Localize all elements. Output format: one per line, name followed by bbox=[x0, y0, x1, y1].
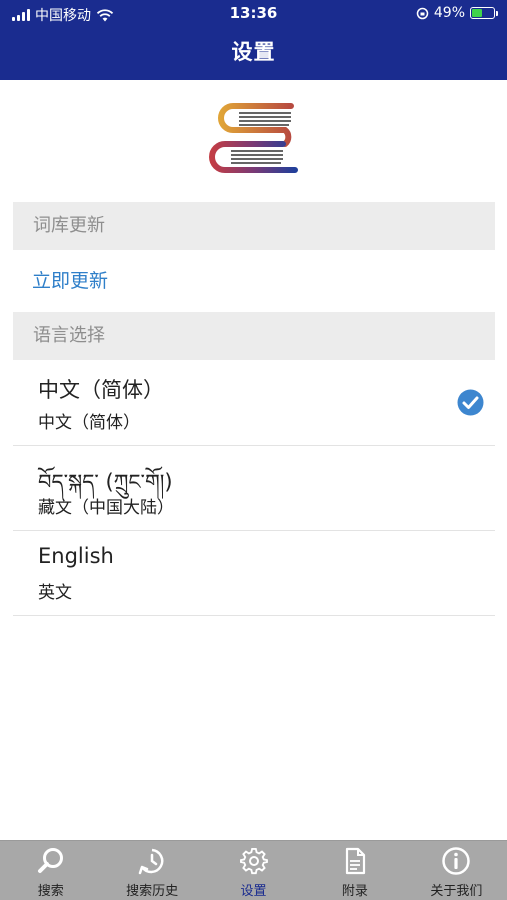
tab-search[interactable]: 搜索 bbox=[0, 841, 101, 900]
gear-icon bbox=[239, 848, 268, 875]
battery-icon bbox=[470, 7, 498, 19]
language-name: 中文（简体） bbox=[38, 378, 164, 402]
tab-appendix[interactable]: 附录 bbox=[304, 841, 405, 900]
tab-settings[interactable]: 设置 bbox=[203, 841, 304, 900]
tab-label: 搜索 bbox=[37, 884, 64, 899]
language-name: English bbox=[38, 544, 114, 568]
language-subtitle: 藏文（中国大陆） bbox=[38, 498, 174, 518]
update-now-button[interactable]: 立即更新 bbox=[32, 266, 108, 293]
search-icon bbox=[37, 848, 63, 873]
tab-about-us[interactable]: 关于我们 bbox=[406, 841, 507, 900]
page-title: 设置 bbox=[231, 40, 276, 64]
language-item-english[interactable]: English 英文 bbox=[13, 530, 495, 616]
language-select-header: 语言选择 bbox=[13, 312, 495, 360]
language-item-tibetan[interactable]: བོད་སྐད་ (ཀྲུང་གོ།) 藏文（中国大陆） bbox=[13, 445, 495, 531]
dictionary-update-header: 词库更新 bbox=[13, 202, 495, 250]
orientation-lock-icon bbox=[416, 7, 429, 19]
info-icon bbox=[442, 847, 471, 875]
top-bar: 中国移动 13:36 49% 设置 bbox=[0, 0, 507, 80]
tab-label: 搜索历史 bbox=[126, 884, 179, 899]
battery-percent: 49% bbox=[433, 5, 465, 21]
tab-label: 附录 bbox=[341, 884, 368, 899]
tab-label: 设置 bbox=[240, 884, 267, 899]
tab-label: 关于我们 bbox=[430, 884, 483, 899]
language-subtitle: 中文（简体） bbox=[38, 413, 140, 433]
history-icon bbox=[138, 848, 164, 875]
tab-search-history[interactable]: 搜索历史 bbox=[101, 841, 202, 900]
checkmark-icon bbox=[457, 389, 484, 416]
language-subtitle: 英文 bbox=[38, 583, 72, 603]
app-logo bbox=[209, 103, 298, 173]
language-item-chinese-simplified[interactable]: 中文（简体） 中文（简体） bbox=[13, 360, 495, 446]
status-bar: 中国移动 13:36 49% bbox=[0, 0, 507, 28]
document-icon bbox=[345, 847, 366, 875]
tab-bar: 搜索 搜索历史 设置 附录 关于我们 bbox=[0, 840, 507, 900]
